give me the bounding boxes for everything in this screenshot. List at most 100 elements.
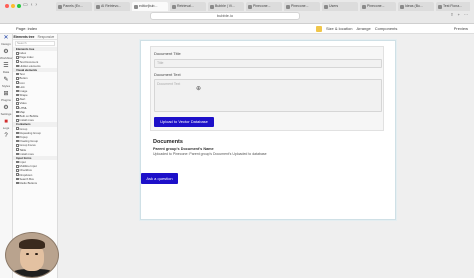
browser-tab[interactable]: Test Fiona... <box>436 2 470 11</box>
share-icon[interactable]: ⇪ <box>450 12 453 17</box>
element-type-icon <box>16 165 19 168</box>
editor-toolbar: Page: index Size & location Arrange Comp… <box>0 24 474 34</box>
browser-tabs: Panels (Ex... AI Retrievo... editor|bub...… <box>56 2 470 11</box>
element-type-icon <box>16 127 19 130</box>
element-type-icon <box>16 93 19 97</box>
element-type-icon <box>16 72 19 76</box>
rail-item[interactable]: ⚙ Workflow <box>0 48 12 62</box>
document-item-title: Parent group's Document's Name <box>153 147 214 151</box>
favicon-icon <box>172 4 176 9</box>
element-type-icon <box>16 106 19 109</box>
browser-tab[interactable]: Users <box>322 2 358 11</box>
navigation-controls: ▭ ‹ › <box>23 2 37 8</box>
size-location-menu[interactable]: Size & location <box>326 25 352 33</box>
element-type-icon <box>16 56 19 59</box>
browser-tab[interactable]: Panels (Ex... <box>56 2 92 11</box>
settings-icon: ⚙ <box>3 105 9 111</box>
document-title-label: Document Title <box>154 51 181 56</box>
upload-form-group: Document Title Title Document Text Docum… <box>150 46 384 131</box>
rail-item[interactable]: ⊞ Plugins <box>0 90 12 104</box>
preview-button[interactable]: Preview <box>454 25 468 33</box>
address-bar[interactable]: bubble.io <box>150 12 300 20</box>
browser-tab[interactable]: editor|bub... <box>132 2 168 11</box>
minimize-window-icon[interactable] <box>11 4 15 8</box>
element-type-icon <box>16 177 19 181</box>
rail-item[interactable]: ⚙ Settings <box>0 104 12 118</box>
element-type-icon <box>16 52 19 55</box>
rail-item[interactable]: ✕ Design <box>0 34 12 48</box>
tab-label: Pinecone... <box>367 4 385 8</box>
rail-label: Plugins <box>1 98 11 102</box>
browser-tab[interactable]: Pinecone... <box>246 2 282 11</box>
browser-tab[interactable]: Pinecone... <box>284 2 320 11</box>
document-text-area[interactable]: Document Text <box>154 79 382 112</box>
document-text-label: Document Text <box>154 72 181 77</box>
tab-label: Ideas (Bu... <box>405 4 423 8</box>
tab-label: AI Retrievo... <box>101 4 122 8</box>
browser-tab[interactable]: Pinecone... <box>360 2 396 11</box>
element-list-item[interactable]: Radio Buttons <box>13 181 57 185</box>
tab-label: editor|bub... <box>139 4 158 8</box>
sidebar-toggle-icon[interactable]: ▭ <box>23 2 28 8</box>
element-type-icon <box>16 114 19 118</box>
page-selector[interactable]: Page: index <box>16 25 37 33</box>
tab-label: Bubble | Vi... <box>215 4 235 8</box>
browser-actions: ⇪ + ⋯ <box>450 12 468 17</box>
element-type-icon <box>16 98 19 101</box>
tab-label: Test Fiona... <box>443 4 463 8</box>
cursor-icon: ⊕ <box>196 86 202 92</box>
close-window-icon[interactable] <box>5 4 9 8</box>
editor-tools: Size & location Arrange Components <box>316 25 397 33</box>
plugins-icon: ⊞ <box>3 91 9 97</box>
element-type-icon <box>16 148 19 151</box>
document-title-input[interactable]: Title <box>154 59 382 68</box>
element-type-icon <box>16 110 19 114</box>
browser-tab[interactable]: Retrieval... <box>170 2 206 11</box>
browser-tab[interactable]: Ideas (Bu... <box>398 2 434 11</box>
rail-item[interactable]: ? <box>0 132 12 146</box>
design-icon: ✕ <box>3 35 9 41</box>
arrange-menu[interactable]: Arrange <box>356 25 370 33</box>
element-type-icon <box>16 152 19 156</box>
forward-icon[interactable]: › <box>35 2 37 8</box>
undo-icon[interactable] <box>316 26 322 32</box>
rail-label: Workflow <box>0 56 13 60</box>
tab-elements-tree[interactable]: Elements tree <box>13 34 35 39</box>
panel-tabs: Elements tree Responsive <box>13 34 57 40</box>
element-type-icon <box>16 144 19 147</box>
tab-label: Panels (Ex... <box>63 4 83 8</box>
element-type-icon <box>16 81 19 84</box>
favicon-icon <box>248 4 252 9</box>
browser-tab[interactable]: Bubble | Vi... <box>208 2 244 11</box>
maximize-window-icon[interactable] <box>17 4 21 8</box>
favicon-icon <box>362 4 366 9</box>
documents-heading: Documents <box>153 139 183 145</box>
upload-to-vector-database-button[interactable]: Upload to Vector Database <box>154 117 214 127</box>
logs-icon: ■ <box>4 119 8 125</box>
rail-label: Styles <box>1 84 11 88</box>
rail-label: Design <box>1 42 11 46</box>
tab-label: Users <box>329 4 339 8</box>
browser-tab[interactable]: AI Retrievo... <box>94 2 130 11</box>
element-type-icon <box>16 139 19 143</box>
ask-a-question-button[interactable]: Ask a question <box>141 173 178 184</box>
element-type-icon <box>16 60 19 63</box>
element-label: Radio Buttons <box>19 181 38 185</box>
elements-search-input[interactable]: Search <box>15 41 55 46</box>
components-menu[interactable]: Components <box>375 25 398 33</box>
tab-responsive[interactable]: Responsive <box>35 34 57 39</box>
favicon-icon <box>96 4 100 9</box>
editor-canvas: Document Title Title Document Text Docum… <box>58 34 474 278</box>
rail-label: Logs <box>2 126 10 130</box>
rail-item[interactable]: ☰ Data <box>0 62 12 76</box>
workflow-icon: ⚙ <box>3 49 9 55</box>
rail-item[interactable]: ✎ Styles <box>0 76 12 90</box>
back-icon[interactable]: ‹ <box>31 2 33 8</box>
tab-overview-icon[interactable]: ⋯ <box>464 12 468 17</box>
element-type-icon <box>16 135 19 139</box>
rail-item[interactable]: ■ Logs <box>0 118 12 132</box>
element-type-icon <box>16 169 19 172</box>
element-type-icon <box>16 77 19 80</box>
new-tab-icon[interactable]: + <box>458 12 460 17</box>
browser-toolbar: ▭ ‹ › Panels (Ex... AI Retrievo... editor|… <box>0 0 474 24</box>
